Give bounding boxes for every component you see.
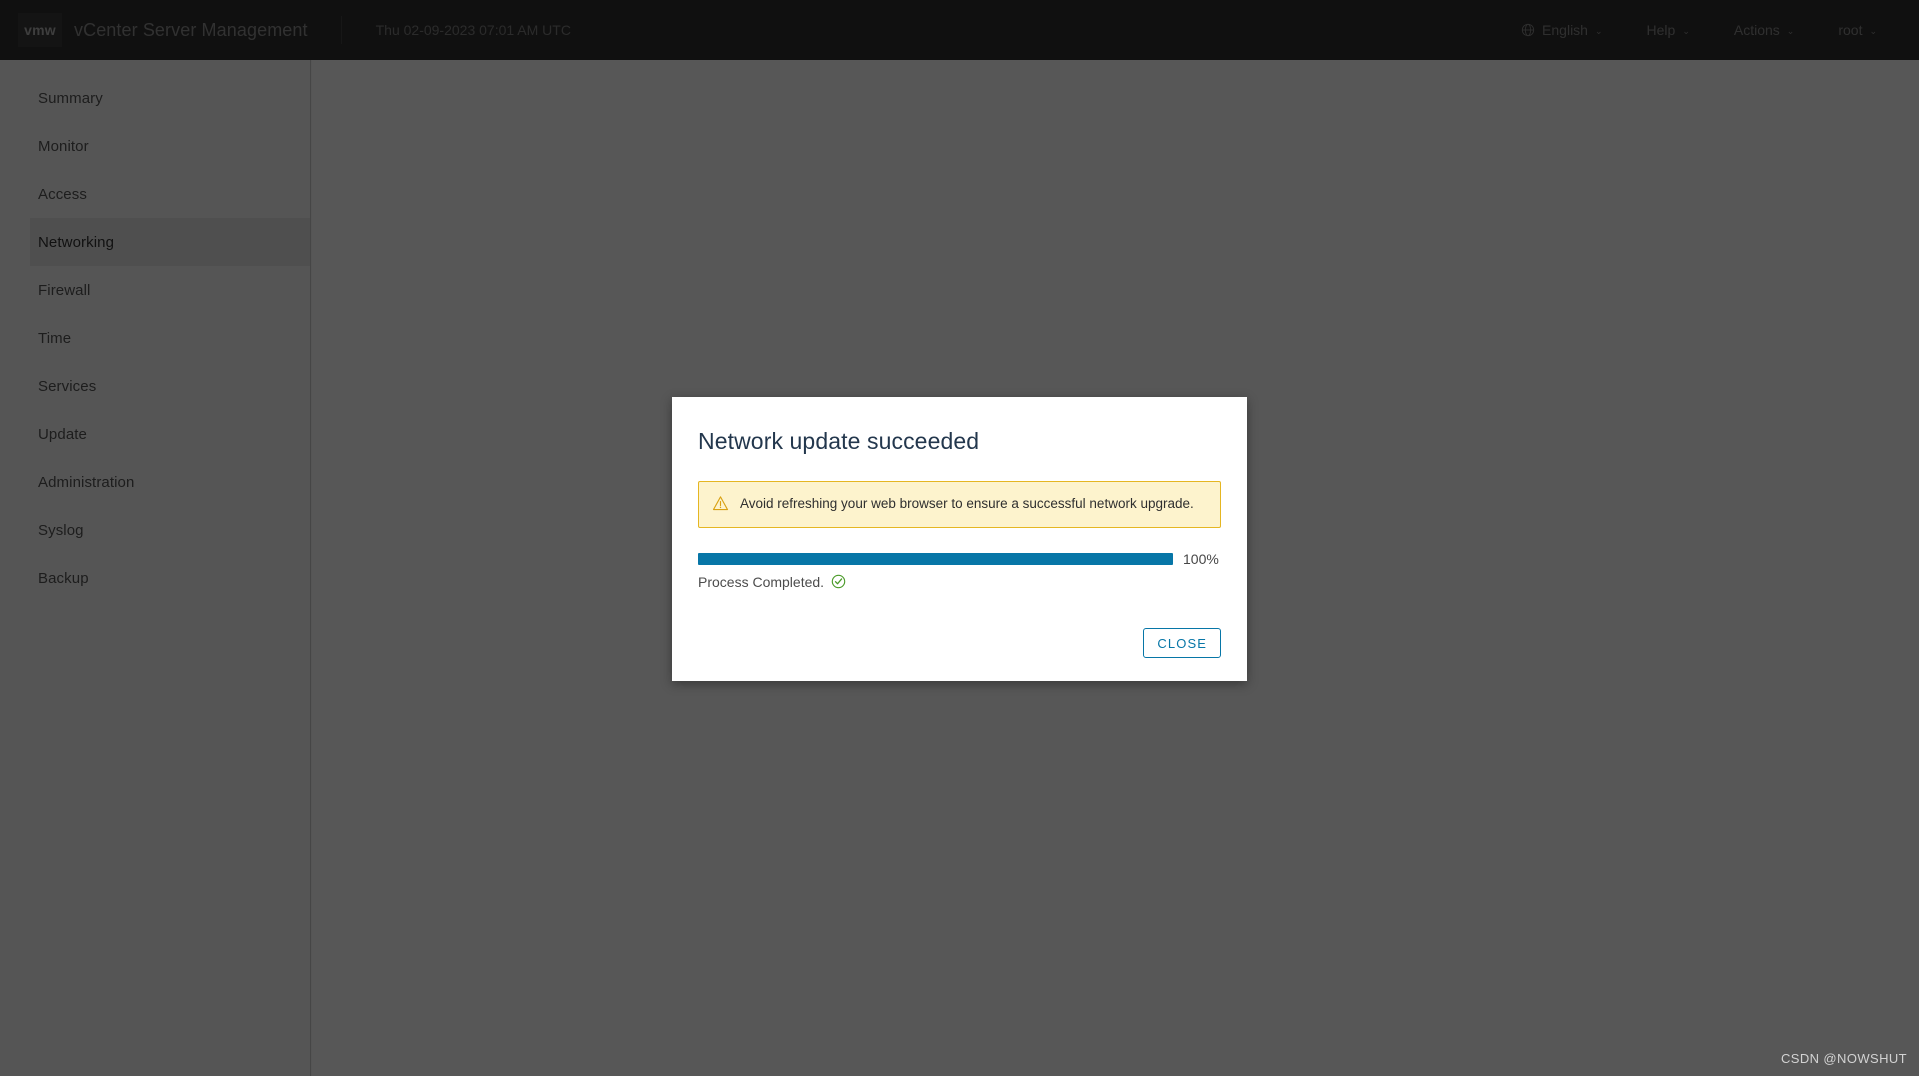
status-row: Process Completed. <box>698 574 1221 590</box>
warning-alert-text: Avoid refreshing your web browser to ens… <box>740 496 1194 511</box>
dialog-title: Network update succeeded <box>698 428 980 454</box>
watermark-text: CSDN @NOWSHUT <box>1780 1051 1907 1066</box>
progress-bar-fill <box>698 552 1173 565</box>
network-update-dialog: Network update succeeded Avoid refreshin… <box>672 397 1247 681</box>
dialog-footer: CLOSE <box>698 628 1221 681</box>
status-text: Process Completed. <box>698 573 825 590</box>
warning-triangle-icon <box>712 495 729 512</box>
warning-alert: Avoid refreshing your web browser to ens… <box>698 481 1221 528</box>
progress-bar <box>698 552 1173 565</box>
progress-percent-label: 100% <box>1183 550 1219 567</box>
success-check-circle-icon <box>831 574 846 589</box>
close-button[interactable]: CLOSE <box>1143 628 1221 658</box>
application-window: vmw vCenter Server Management Thu 02-09-… <box>0 0 1919 1076</box>
progress-row: 100% <box>698 551 1221 567</box>
